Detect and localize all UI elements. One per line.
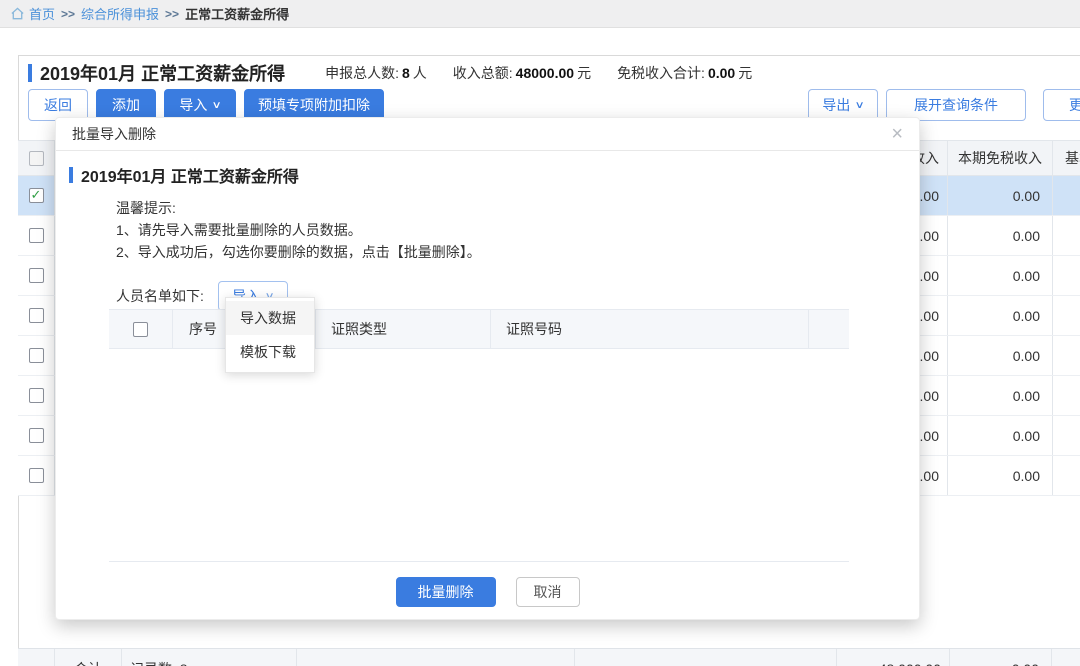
cell-basic [1052, 416, 1080, 455]
modal-header: 批量导入删除 × [56, 118, 919, 151]
cell-basic [1052, 456, 1080, 495]
close-icon[interactable]: × [891, 124, 903, 144]
menu-item-template-download[interactable]: 模板下载 [226, 335, 314, 369]
modal-table-empty-body [109, 349, 849, 562]
section-accent-bar [69, 167, 73, 183]
row-checkbox-cell [18, 216, 55, 255]
select-all-checkbox-cell [18, 141, 55, 175]
breadcrumb-separator: >> [165, 7, 179, 21]
chevron-down-icon: ∨ [212, 100, 222, 111]
tip-line-2: 2、导入成功后，勾选你要删除的数据，点击【批量删除】。 [116, 241, 919, 263]
breadcrumb-level1[interactable]: 综合所得申报 [81, 4, 159, 23]
row-checkbox[interactable] [29, 228, 44, 243]
col-header-basic: 基本 [1052, 141, 1080, 175]
breadcrumb-home[interactable]: 首页 [29, 4, 55, 23]
modal-section-header: 2019年01月 正常工资薪金所得 [69, 163, 919, 187]
cell-basic [1052, 176, 1080, 215]
modal-section-title: 2019年01月 正常工资薪金所得 [81, 163, 299, 187]
summary-empty-cell [297, 649, 575, 666]
cell-taxfree: 0.00 [947, 416, 1052, 455]
cell-taxfree: 0.00 [947, 296, 1052, 335]
row-checkbox-cell [18, 296, 55, 335]
summary-taxfree-total: 0.00 [950, 649, 1052, 666]
row-checkbox-cell [18, 256, 55, 295]
col-header-taxfree: 本期免税收入 [947, 141, 1052, 175]
batch-import-delete-modal: 批量导入删除 × 2019年01月 正常工资薪金所得 温馨提示: 1、请先导入需… [55, 117, 920, 620]
menu-item-import-data[interactable]: 导入数据 [226, 301, 314, 335]
modal-col-cert-no: 证照号码 [491, 310, 809, 348]
cell-taxfree: 0.00 [947, 256, 1052, 295]
summary-row: 合计 记录数: 8 48,000.00 0.00 [18, 648, 1080, 666]
modal-col-cert-type: 证照类型 [316, 310, 491, 348]
modal-select-all-cell [109, 310, 173, 348]
row-checkbox[interactable] [29, 388, 44, 403]
cell-basic [1052, 256, 1080, 295]
summary-income-total: 48,000.00 [837, 649, 950, 666]
stat-total-people: 申报总人数:8人 [325, 63, 427, 83]
summary-empty-cell [1052, 649, 1080, 666]
row-checkbox-cell [18, 336, 55, 375]
row-checkbox[interactable] [29, 188, 44, 203]
home-icon[interactable] [10, 6, 25, 21]
cell-taxfree: 0.00 [947, 376, 1052, 415]
row-checkbox-cell [18, 176, 55, 215]
breadcrumb: 首页 >> 综合所得申报 >> 正常工资薪金所得 [0, 0, 1080, 28]
import-dropdown-menu: 导入数据 模板下载 [225, 297, 315, 373]
summary-empty-cell [575, 649, 837, 666]
cell-basic [1052, 376, 1080, 415]
breadcrumb-current: 正常工资薪金所得 [185, 4, 289, 23]
cell-basic [1052, 336, 1080, 375]
cell-basic [1052, 216, 1080, 255]
modal-table-header: 序号 证照类型 证照号码 [109, 309, 849, 349]
chevron-down-icon: ∨ [855, 100, 865, 111]
cell-taxfree: 0.00 [947, 336, 1052, 375]
more-button[interactable]: 更多 [1043, 89, 1080, 121]
tip-line-1: 1、请先导入需要批量删除的人员数据。 [116, 219, 919, 241]
row-checkbox[interactable] [29, 308, 44, 323]
tips-title: 温馨提示: [116, 197, 919, 219]
page-stats: 申报总人数:8人 收入总额:48000.00元 免税收入合计:0.00元 [325, 63, 778, 83]
row-checkbox-cell [18, 376, 55, 415]
row-checkbox-cell [18, 416, 55, 455]
summary-checkbox-cell [18, 649, 55, 666]
modal-col-empty [809, 310, 849, 348]
row-checkbox[interactable] [29, 428, 44, 443]
modal-footer: 批量删除 取消 [56, 577, 919, 607]
modal-table: 序号 证照类型 证照号码 [109, 309, 849, 562]
page-title: 2019年01月 正常工资薪金所得 [40, 60, 285, 86]
modal-select-all-checkbox[interactable] [133, 322, 148, 337]
stat-taxfree-total: 免税收入合计:0.00元 [617, 63, 752, 83]
stat-total-income: 收入总额:48000.00元 [453, 63, 591, 83]
page-header: 2019年01月 正常工资薪金所得 申报总人数:8人 收入总额:48000.00… [28, 60, 778, 86]
summary-total-label: 合计 [55, 649, 122, 666]
breadcrumb-separator: >> [61, 7, 75, 21]
batch-delete-button[interactable]: 批量删除 [396, 577, 496, 607]
person-list-label: 人员名单如下: [116, 286, 204, 306]
cell-taxfree: 0.00 [947, 216, 1052, 255]
row-checkbox[interactable] [29, 468, 44, 483]
screen: 首页 >> 综合所得申报 >> 正常工资薪金所得 2019年01月 正常工资薪金… [0, 0, 1080, 666]
row-checkbox-cell [18, 456, 55, 495]
summary-record-count: 记录数: 8 [122, 649, 297, 666]
cell-taxfree: 0.00 [947, 456, 1052, 495]
title-accent-bar [28, 64, 32, 82]
row-checkbox[interactable] [29, 268, 44, 283]
cancel-button[interactable]: 取消 [516, 577, 580, 607]
cell-taxfree: 0.00 [947, 176, 1052, 215]
cell-basic [1052, 296, 1080, 335]
modal-tips: 温馨提示: 1、请先导入需要批量删除的人员数据。 2、导入成功后，勾选你要删除的… [116, 197, 919, 263]
select-all-checkbox[interactable] [29, 151, 44, 166]
row-checkbox[interactable] [29, 348, 44, 363]
modal-title: 批量导入删除 [72, 124, 156, 144]
